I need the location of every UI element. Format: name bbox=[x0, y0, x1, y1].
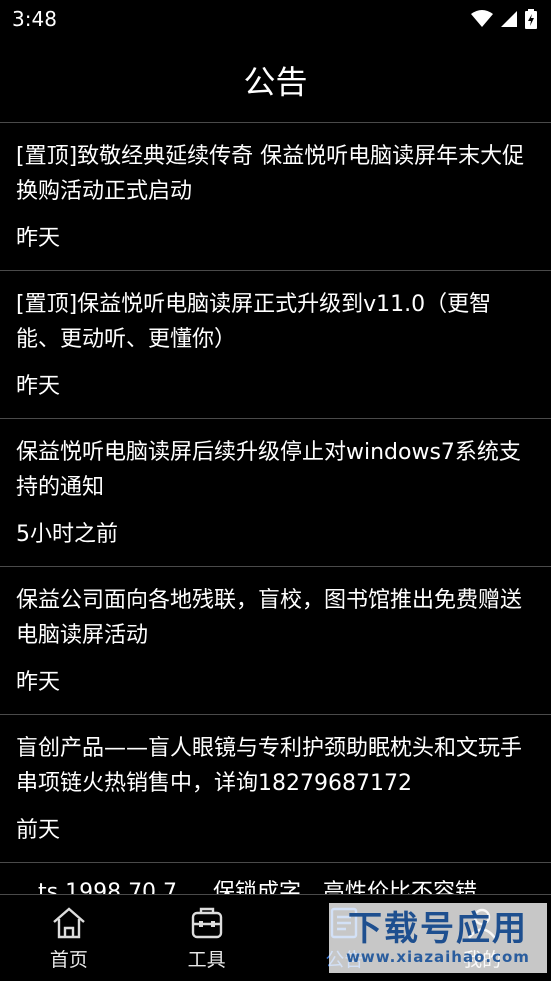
watermark-text: 下载号应用 bbox=[348, 909, 528, 949]
announcement-title: …ts 1998 70 7 … 保锁成字…高性价比不容错… bbox=[16, 880, 500, 895]
announcement-date: 昨天 bbox=[16, 226, 61, 251]
announcement-item[interactable]: [置顶]保益悦听电脑读屏正式升级到v11.0（更智能、更动听、更懂你） 昨天 bbox=[0, 271, 551, 419]
announcement-date: 前天 bbox=[16, 818, 61, 843]
watermark-logo: 下载号应用 www.xiazaihao.com bbox=[329, 903, 547, 973]
announcement-title: [置顶]保益悦听电脑读屏正式升级到v11.0（更智能、更动听、更懂你） bbox=[16, 292, 492, 352]
announcement-item-partial[interactable]: …ts 1998 70 7 … 保锁成字…高性价比不容错… bbox=[0, 863, 551, 895]
announcement-item[interactable]: [置顶]致敬经典延续传奇 保益悦听电脑读屏年末大促换购活动正式启动 昨天 bbox=[0, 123, 551, 271]
announcement-item[interactable]: 盲创产品——盲人眼镜与专利护颈助眠枕头和文玩手串项链火热销售中，详询182796… bbox=[0, 715, 551, 863]
announcement-date: 昨天 bbox=[16, 374, 61, 399]
toolbox-icon bbox=[191, 907, 222, 939]
announcement-title: 保益悦听电脑读屏后续升级停止对windows7系统支持的通知 bbox=[16, 440, 521, 500]
tab-tools[interactable]: 工具 bbox=[138, 895, 276, 981]
status-icons bbox=[471, 9, 537, 29]
battery-icon bbox=[525, 9, 537, 29]
watermark-url: www.xiazaihao.com bbox=[346, 948, 530, 966]
tab-home[interactable]: 首页 bbox=[0, 895, 138, 981]
announcement-date: 昨天 bbox=[16, 670, 61, 695]
announcement-title: 保益公司面向各地残联，盲校，图书馆推出免费赠送电脑读屏活动 bbox=[16, 588, 523, 648]
page-title: 公告 bbox=[243, 63, 308, 101]
announcement-date: 5小时之前 bbox=[16, 522, 118, 547]
cellular-signal-icon bbox=[501, 11, 517, 27]
announcement-title: 盲创产品——盲人眼镜与专利护颈助眠枕头和文玩手串项链火热销售中，详询182796… bbox=[16, 736, 523, 796]
announcement-item[interactable]: 保益悦听电脑读屏后续升级停止对windows7系统支持的通知 5小时之前 bbox=[0, 419, 551, 567]
tab-label: 首页 bbox=[49, 949, 88, 971]
status-time: 3:48 bbox=[12, 7, 57, 31]
status-bar: 3:48 bbox=[0, 0, 551, 38]
page-header: 公告 bbox=[0, 38, 551, 123]
announcement-item[interactable]: 保益公司面向各地残联，盲校，图书馆推出免费赠送电脑读屏活动 昨天 bbox=[0, 567, 551, 715]
announcement-list[interactable]: [置顶]致敬经典延续传奇 保益悦听电脑读屏年末大促换购活动正式启动 昨天 [置顶… bbox=[0, 123, 551, 895]
tab-label: 工具 bbox=[187, 949, 226, 971]
wifi-icon bbox=[471, 10, 493, 27]
home-icon bbox=[53, 907, 85, 939]
announcement-title: [置顶]致敬经典延续传奇 保益悦听电脑读屏年末大促换购活动正式启动 bbox=[16, 144, 525, 204]
